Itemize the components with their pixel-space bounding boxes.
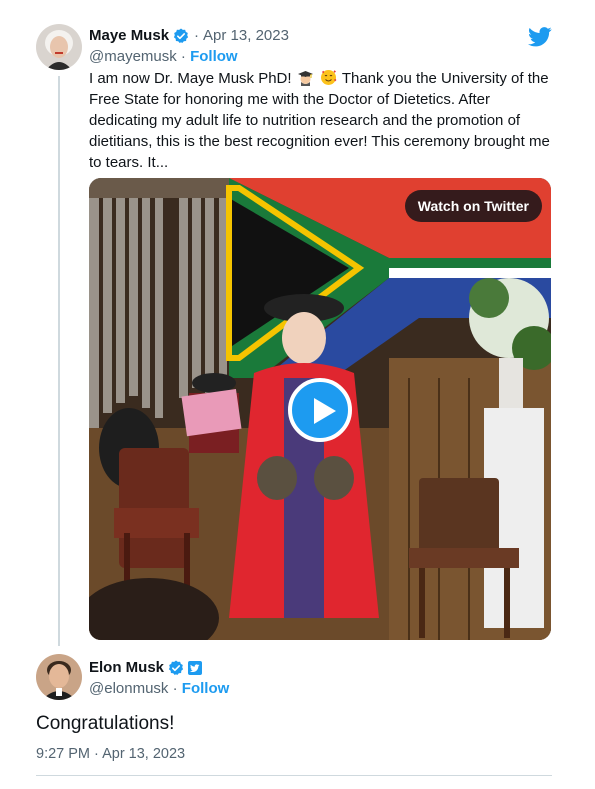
play-icon	[314, 398, 336, 424]
graduation-cap-emoji	[297, 69, 314, 86]
quoted-tweet-date[interactable]: Apr 13, 2023	[203, 27, 289, 44]
main-tweet-text: Congratulations!	[36, 713, 175, 734]
elon-musk-avatar[interactable]	[36, 654, 82, 700]
main-author-handle[interactable]: @elonmusk	[89, 680, 168, 697]
quoted-handle-row: @mayemusk · Follow	[89, 48, 238, 65]
follow-maye-button[interactable]: Follow	[190, 48, 238, 65]
main-tweet-timestamp[interactable]: 9:27 PM · Apr 13, 2023	[36, 746, 185, 762]
twitter-bird-icon[interactable]	[528, 27, 552, 47]
main-author-name[interactable]: Elon Musk	[89, 659, 164, 676]
main-handle-row: @elonmusk · Follow	[89, 680, 229, 697]
main-author-row: Elon Musk	[89, 659, 203, 676]
divider	[36, 775, 552, 776]
quoted-author-row: Maye Musk · Apr 13, 2023	[89, 27, 289, 44]
smiling-face-with-hearts-emoji	[320, 69, 337, 86]
twitter-affiliation-icon[interactable]	[188, 660, 203, 675]
quoted-author-name[interactable]: Maye Musk	[89, 27, 169, 44]
tweet-text-part1: I am now Dr. Maye Musk PhD!	[89, 70, 292, 87]
verified-badge-icon	[173, 28, 189, 44]
watch-on-twitter-button[interactable]: Watch on Twitter	[404, 190, 542, 222]
separator-dot: ·	[180, 48, 186, 65]
follow-elon-button[interactable]: Follow	[182, 680, 230, 697]
tweet-video-media[interactable]: Watch on Twitter	[89, 178, 551, 640]
verified-badge-icon	[168, 660, 184, 676]
thread-connector-line	[58, 76, 60, 646]
separator-dot: ·	[194, 27, 200, 44]
quoted-author-handle[interactable]: @mayemusk	[89, 48, 177, 65]
maye-musk-avatar[interactable]	[36, 24, 82, 70]
quoted-tweet-text: I am now Dr. Maye Musk PhD! Thank you th…	[89, 68, 559, 173]
play-button[interactable]	[288, 378, 352, 442]
separator-dot: ·	[172, 680, 178, 697]
